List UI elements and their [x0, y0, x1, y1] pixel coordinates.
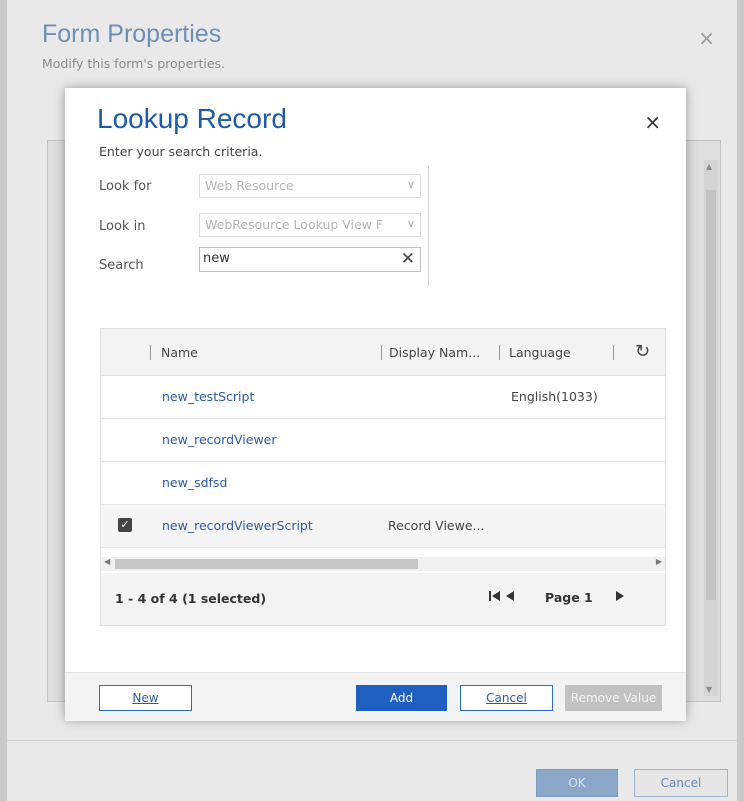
horizontal-scrollbar[interactable]: ◀ ▶ — [101, 557, 665, 571]
form-properties-title: Form Properties — [42, 20, 222, 48]
column-header-name[interactable]: Name — [161, 345, 198, 360]
column-separator[interactable] — [150, 345, 151, 360]
footer-divider — [7, 740, 737, 741]
dialog-footer: New Add Cancel Remove Value — [65, 672, 686, 721]
row-name-link[interactable]: new_recordViewerScript — [162, 518, 313, 533]
next-page-icon[interactable] — [615, 590, 625, 606]
look-for-value: Web Resource — [205, 178, 294, 193]
look-in-value: WebResource Lookup View F — [205, 217, 384, 232]
clear-search-icon[interactable]: ✕ — [401, 249, 415, 269]
checkbox-checked-icon[interactable]: ✓ — [118, 518, 132, 532]
ok-button[interactable]: OK — [536, 769, 618, 797]
column-separator[interactable] — [613, 345, 614, 360]
dialog-title: Lookup Record — [97, 103, 287, 134]
grid-header: Name Display Nam... Language ↻ — [101, 329, 665, 376]
column-header-language[interactable]: Language — [509, 345, 571, 360]
search-label: Search — [99, 258, 144, 273]
first-page-icon[interactable] — [489, 590, 501, 606]
row-name-link[interactable]: new_testScript — [162, 389, 254, 404]
look-for-label: Look for — [99, 179, 152, 194]
dialog-close-icon[interactable]: × — [644, 110, 661, 134]
chevron-down-icon: ∨ — [406, 178, 415, 191]
search-input[interactable]: new ✕ — [199, 247, 421, 272]
scroll-left-icon[interactable]: ◀ — [104, 557, 110, 566]
dialog-subtitle: Enter your search criteria. — [99, 144, 263, 159]
remove-value-button[interactable]: Remove Value — [565, 685, 662, 711]
page-label: Page 1 — [545, 590, 593, 605]
column-header-display-name[interactable]: Display Nam... — [389, 345, 480, 360]
table-row[interactable]: new_recordViewer — [101, 419, 665, 462]
previous-page-icon[interactable] — [505, 590, 515, 606]
add-button[interactable]: Add — [356, 685, 447, 711]
grid-pager: 1 - 4 of 4 (1 selected) Page 1 — [101, 573, 665, 625]
column-separator[interactable] — [381, 345, 382, 360]
scrollbar-thumb[interactable] — [115, 559, 418, 569]
outer-cancel-button[interactable]: Cancel — [634, 769, 728, 797]
look-in-select[interactable]: WebResource Lookup View F ∨ — [199, 213, 421, 237]
record-count: 1 - 4 of 4 (1 selected) — [115, 591, 267, 606]
results-grid: Name Display Nam... Language ↻ new_testS… — [100, 328, 666, 626]
form-properties-subtitle: Modify this form's properties. — [42, 56, 226, 71]
cancel-button[interactable]: Cancel — [460, 685, 553, 711]
table-row-selected[interactable]: ✓ new_recordViewerScript Record Viewe... — [101, 505, 665, 548]
search-value: new — [203, 251, 230, 266]
criteria-divider — [428, 166, 429, 286]
chevron-down-icon: ∨ — [406, 217, 415, 230]
form-properties-scrollbar[interactable]: ▲ ▼ — [704, 160, 718, 696]
new-button[interactable]: New — [99, 685, 192, 711]
row-display-name: Record Viewe... — [388, 518, 485, 533]
lookup-record-dialog: Lookup Record Enter your search criteria… — [65, 88, 686, 721]
scroll-up-icon[interactable]: ▲ — [706, 162, 712, 171]
column-separator[interactable] — [499, 345, 500, 360]
row-name-link[interactable]: new_recordViewer — [162, 432, 277, 447]
scroll-down-icon[interactable]: ▼ — [706, 685, 712, 694]
scroll-right-icon[interactable]: ▶ — [656, 557, 662, 566]
table-row[interactable]: new_sdfsd — [101, 462, 665, 505]
look-for-select[interactable]: Web Resource ∨ — [199, 174, 421, 198]
form-properties-close-icon[interactable]: × — [698, 26, 715, 50]
scrollbar-thumb[interactable] — [706, 190, 716, 600]
look-in-label: Look in — [99, 219, 146, 234]
refresh-icon[interactable]: ↻ — [635, 341, 650, 362]
row-language: English(1033) — [511, 389, 598, 404]
table-row[interactable]: new_testScript English(1033) — [101, 376, 665, 419]
row-name-link[interactable]: new_sdfsd — [162, 475, 227, 490]
